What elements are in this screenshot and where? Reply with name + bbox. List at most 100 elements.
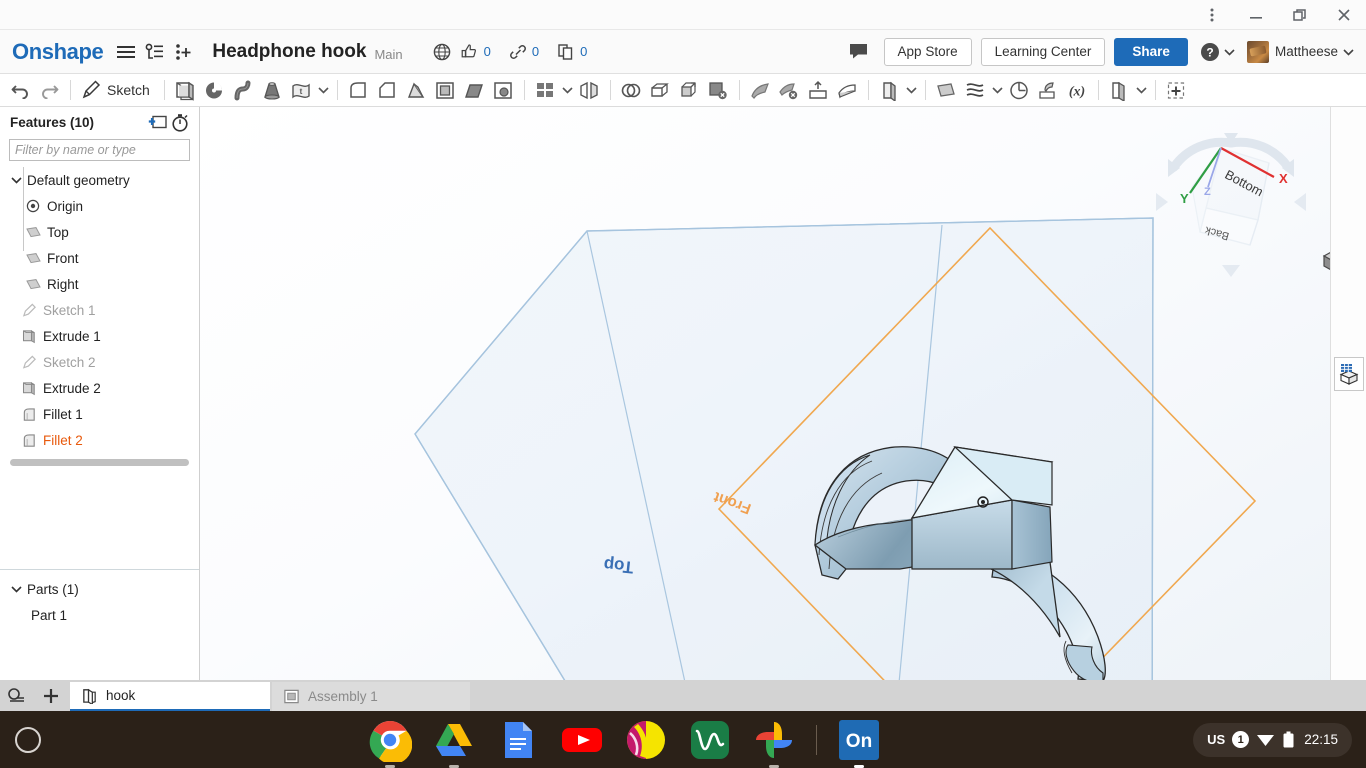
launcher-circle-icon[interactable]	[15, 726, 41, 753]
draft-icon[interactable]	[402, 76, 431, 104]
copy-icon[interactable]	[553, 41, 579, 63]
hole-icon[interactable]	[489, 76, 518, 104]
delete-face-icon[interactable]	[704, 76, 733, 104]
helix-icon[interactable]	[1005, 76, 1034, 104]
loft-icon[interactable]	[258, 76, 287, 104]
assembly-icon[interactable]	[1105, 76, 1134, 104]
restore-button[interactable]	[1278, 0, 1322, 30]
tree-item-right-plane[interactable]: Right	[0, 271, 199, 297]
app-store-button[interactable]: App Store	[883, 37, 972, 66]
notification-badge[interactable]: 1	[1232, 731, 1250, 748]
tree-item-extrude-1[interactable]: Extrude 1	[0, 323, 199, 349]
chrome-icon[interactable]	[368, 718, 413, 768]
desmos-icon[interactable]	[688, 718, 732, 762]
assembly-dropdown[interactable]	[1134, 76, 1149, 104]
document-title[interactable]: Headphone hook	[212, 41, 366, 63]
tree-item-sketch-1[interactable]: Sketch 1	[0, 297, 199, 323]
google-photos-icon[interactable]	[752, 718, 796, 768]
fillet-icon[interactable]	[344, 76, 373, 104]
thicken-icon[interactable]: t	[287, 76, 316, 104]
google-drive-icon[interactable]	[432, 718, 476, 768]
delete-part-icon[interactable]	[775, 76, 804, 104]
y-axis-label: Y	[1180, 191, 1189, 206]
kebab-menu-icon[interactable]	[1190, 0, 1234, 30]
sweep-icon[interactable]	[229, 76, 258, 104]
tree-item-top-plane[interactable]: Top	[0, 219, 199, 245]
parts-header[interactable]: Parts (1)	[0, 576, 199, 602]
launcher-button[interactable]	[0, 726, 56, 753]
youtube-icon[interactable]	[560, 718, 604, 762]
boolean-icon[interactable]	[617, 76, 646, 104]
revolve-icon[interactable]	[200, 76, 229, 104]
split-icon[interactable]	[646, 76, 675, 104]
add-feature-icon[interactable]	[147, 111, 169, 133]
solid-tools-dropdown[interactable]	[316, 76, 331, 104]
sketch-button[interactable]: Sketch	[77, 77, 158, 103]
tab-search-icon[interactable]	[0, 680, 34, 711]
tree-item-fillet-2[interactable]: Fillet 2	[0, 427, 199, 453]
system-tray[interactable]: US 1 22:15	[1193, 722, 1352, 757]
help-menu[interactable]: ?	[1200, 42, 1235, 62]
tab-hook[interactable]: hook	[70, 682, 270, 711]
tree-item-front-plane[interactable]: Front	[0, 245, 199, 271]
graphics-viewport[interactable]: Top Front Bottom Back X Y Z	[200, 107, 1366, 680]
tree-item-sketch-2[interactable]: Sketch 2	[0, 349, 199, 375]
link-icon[interactable]	[505, 41, 531, 63]
colorful-circle-app-icon[interactable]	[624, 718, 668, 762]
shell-icon[interactable]	[431, 76, 460, 104]
feature-tree-scrollbar[interactable]	[10, 459, 189, 466]
redo-button[interactable]	[35, 76, 64, 104]
extrude-icon[interactable]	[171, 76, 200, 104]
pattern-icon[interactable]	[531, 76, 560, 104]
battery-icon[interactable]	[1282, 731, 1295, 749]
minimize-button[interactable]	[1234, 0, 1278, 30]
user-menu[interactable]: Mattheese	[1246, 40, 1354, 63]
clock[interactable]: 22:15	[1304, 732, 1338, 747]
tree-item-fillet-1[interactable]: Fillet 1	[0, 401, 199, 427]
mirror-icon[interactable]	[575, 76, 604, 104]
export-icon[interactable]	[833, 76, 862, 104]
rollback-timer-icon[interactable]	[169, 111, 191, 133]
add-custom-feature-button[interactable]	[1162, 76, 1191, 104]
thumbs-up-icon[interactable]	[457, 41, 483, 63]
version-graph-icon[interactable]	[142, 39, 168, 65]
sheet-metal-dropdown[interactable]	[904, 76, 919, 104]
add-tab-icon[interactable]	[34, 680, 68, 711]
import-icon[interactable]	[804, 76, 833, 104]
share-button[interactable]: Share	[1114, 37, 1188, 66]
chevron-down-icon[interactable]	[8, 176, 24, 184]
rib-icon[interactable]	[460, 76, 489, 104]
tab-assembly-1[interactable]: Assembly 1	[272, 682, 470, 711]
onshape-logo[interactable]: Onshape	[12, 39, 104, 65]
hamburger-menu-icon[interactable]	[113, 39, 139, 65]
variable-icon[interactable]: (x)	[1063, 76, 1092, 104]
tree-item-default-geometry[interactable]: Default geometry	[0, 167, 199, 193]
undo-button[interactable]	[6, 76, 35, 104]
chevron-down-icon[interactable]	[8, 585, 24, 593]
appearance-cube-icon[interactable]	[1334, 357, 1364, 391]
transform-icon[interactable]	[675, 76, 704, 104]
wifi-icon[interactable]	[1256, 732, 1275, 747]
sheet-metal-icon[interactable]	[875, 76, 904, 104]
onshape-icon[interactable]: On	[837, 718, 881, 768]
tree-item-extrude-2[interactable]: Extrude 2	[0, 375, 199, 401]
learning-center-button[interactable]: Learning Center	[980, 37, 1106, 66]
part-item-part-1[interactable]: Part 1	[0, 602, 199, 628]
import-derived-icon[interactable]	[1034, 76, 1063, 104]
chamfer-icon[interactable]	[373, 76, 402, 104]
part-studio-icon	[83, 688, 96, 704]
close-button[interactable]	[1322, 0, 1366, 30]
keyboard-layout-label[interactable]: US	[1207, 732, 1225, 747]
view-cube[interactable]: Bottom Back X Y Z	[1146, 115, 1316, 285]
pattern-dropdown[interactable]	[560, 76, 575, 104]
google-docs-icon[interactable]	[496, 718, 540, 762]
comment-icon[interactable]	[846, 39, 872, 65]
plane-icon[interactable]	[932, 76, 961, 104]
curve-icon[interactable]	[961, 76, 990, 104]
filter-input[interactable]: Filter by name or type	[9, 139, 190, 161]
globe-icon[interactable]	[429, 41, 455, 63]
tree-item-origin[interactable]: Origin	[0, 193, 199, 219]
move-face-icon[interactable]	[746, 76, 775, 104]
insert-version-icon[interactable]	[171, 39, 197, 65]
curve-dropdown[interactable]	[990, 76, 1005, 104]
